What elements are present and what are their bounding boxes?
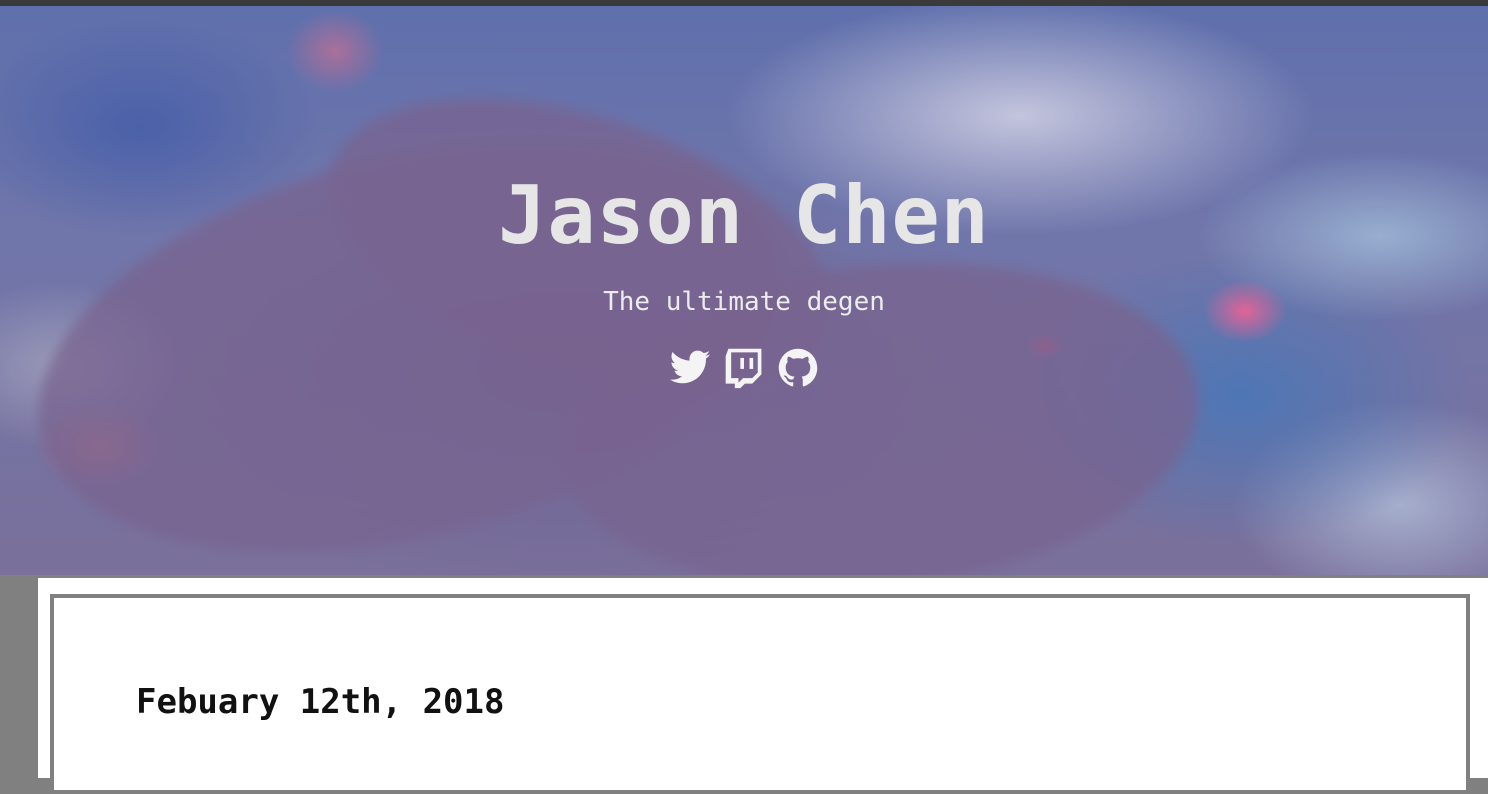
- site-title: Jason Chen: [498, 169, 990, 262]
- github-icon: [778, 348, 818, 387]
- post-card: Febuary 12th, 2018: [38, 578, 1488, 794]
- site-subtitle: The ultimate degen: [603, 287, 885, 317]
- twitch-icon: [725, 348, 762, 389]
- twitter-icon: [669, 350, 711, 384]
- hero-banner: Jason Chen The ultimate degen: [0, 6, 1488, 575]
- github-link[interactable]: [776, 346, 820, 390]
- twitch-link[interactable]: [722, 346, 766, 390]
- social-links: [0, 346, 1488, 390]
- twitter-link[interactable]: [668, 346, 712, 390]
- post-date: Febuary 12th, 2018: [136, 682, 505, 722]
- post-content: Febuary 12th, 2018: [50, 594, 1470, 794]
